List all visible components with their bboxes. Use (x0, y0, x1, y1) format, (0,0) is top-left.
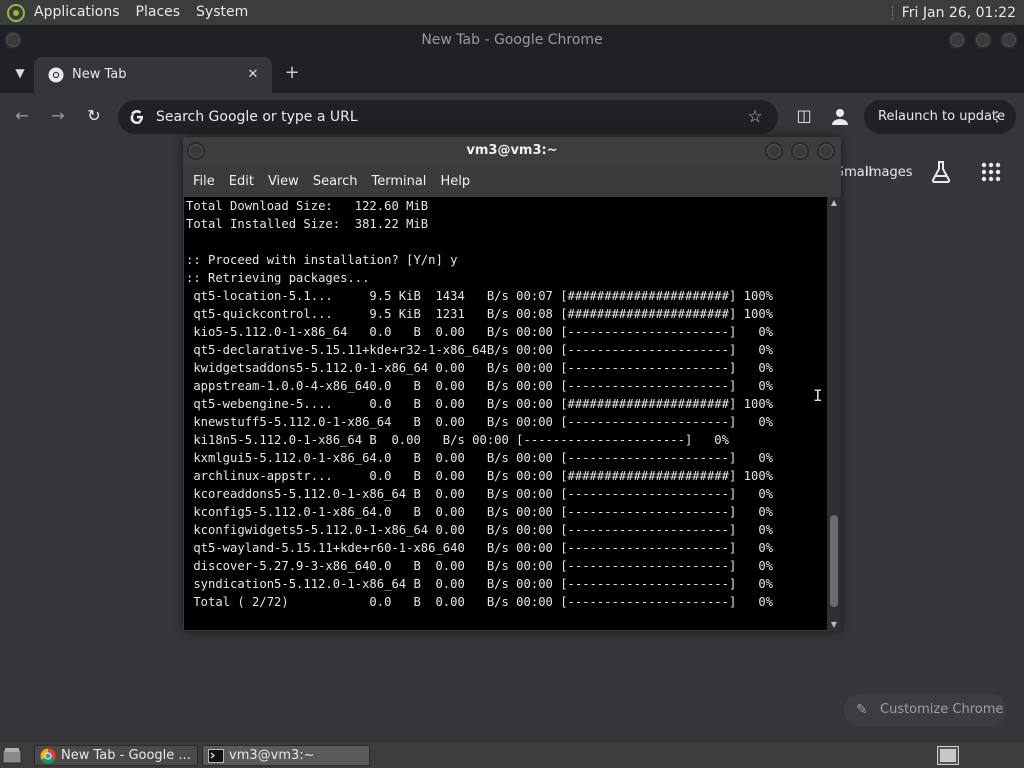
menu-places[interactable]: Places (128, 0, 189, 25)
forward-arrow-icon[interactable]: → (44, 102, 72, 130)
terminal-line: kconfigwidgets5-5.112.0-1-x86_64 0.00 B/… (186, 523, 773, 537)
terminal-line: qt5-quickcontrol... 9.5 KiB 1231 B/s 00:… (186, 307, 773, 321)
workspace-1[interactable] (940, 749, 956, 762)
taskbar-item-chrome[interactable]: New Tab - Google ... (34, 745, 198, 766)
chrome-titlebar[interactable]: New Tab - Google Chrome (0, 25, 1024, 55)
terminal-line: Total Download Size: 122.60 MiB (186, 199, 429, 213)
bottom-taskbar: New Tab - Google ... vm3@vm3:~ (0, 743, 1024, 768)
terminal-close-button[interactable] (817, 142, 835, 160)
terminal-line: kio5-5.112.0-1-x86_64 0.0 B 0.00 B/s 00:… (186, 325, 773, 339)
chrome-logo-icon (40, 748, 56, 764)
show-desktop-icon[interactable] (2, 746, 22, 765)
terminal-menu-file[interactable]: File (187, 174, 221, 189)
tab-search-chevron-icon[interactable]: ▼ (10, 63, 30, 83)
applications-icon[interactable] (6, 3, 26, 23)
reload-icon[interactable]: ↻ (80, 102, 108, 130)
clock[interactable]: Fri Jan 26, 01:22 (902, 5, 1024, 21)
terminal-line: qt5-wayland-5.15.11+kde+r60-1-x86_640 B/… (186, 541, 773, 555)
scroll-up-arrow-icon[interactable]: ▲ (827, 197, 841, 209)
terminal-scrollbar[interactable]: ▲ ▼ (827, 197, 841, 631)
terminal-icon (208, 749, 224, 763)
tab-strip: ▼ New Tab ✕ + (0, 55, 1024, 93)
terminal-window: vm3@vm3:~ File Edit View Search Terminal… (183, 137, 841, 631)
scrollbar-thumb[interactable] (830, 515, 838, 607)
toolbar: ← → ↻ ☆ ◫ Relaunch to update ⋮ (0, 93, 1024, 139)
terminal-line: qt5-webengine-5.... 0.0 B 0.00 B/s 00:00… (186, 397, 773, 411)
kebab-menu-icon: ⋮ (990, 109, 1004, 125)
taskbar-item-label: New Tab - Google ... (61, 748, 191, 763)
back-arrow-icon[interactable]: ← (8, 102, 36, 130)
terminal-maximize-button[interactable] (791, 142, 809, 160)
terminal-line: knewstuff5-5.112.0-1-x86_64 B 0.00 B/s 0… (186, 415, 773, 429)
terminal-line: :: Retrieving packages... (186, 271, 370, 285)
maximize-button[interactable] (974, 31, 992, 49)
terminal-menu-edit[interactable]: Edit (223, 174, 260, 189)
scroll-down-arrow-icon[interactable]: ▼ (827, 619, 841, 631)
terminal-line: Total Installed Size: 381.22 MiB (186, 217, 429, 231)
bookmark-star-icon[interactable]: ☆ (744, 106, 766, 128)
terminal-line: Total ( 2/72) 0.0 B 0.00 B/s 00:00 [----… (186, 595, 773, 609)
workspace-switcher[interactable] (937, 746, 959, 765)
profile-avatar-icon[interactable] (830, 108, 850, 126)
terminal-output: Total Download Size: 122.60 MiB Total In… (184, 197, 827, 611)
terminal-line: kwidgetsaddons5-5.112.0-1-x86_64 0.00 B/… (186, 361, 773, 375)
omnibox[interactable]: ☆ (118, 100, 778, 134)
terminal-menu-search[interactable]: Search (307, 174, 364, 189)
terminal-line: qt5-declarative-5.15.11+kde+r32-1-x86_64… (186, 343, 773, 357)
terminal-line: discover-5.27.9-3-x86_640.0 B 0.00 B/s 0… (186, 559, 773, 573)
customize-chrome-button[interactable]: ✎ Customize Chrome (844, 694, 1006, 726)
google-apps-grid-icon[interactable] (978, 159, 1004, 185)
terminal-menubar: File Edit View Search Terminal Help (183, 165, 841, 197)
google-g-icon (130, 110, 143, 124)
taskbar-item-terminal[interactable]: vm3@vm3:~ (202, 745, 370, 766)
terminal-line: kcoreaddons5-5.112.0-1-x86_64 B 0.00 B/s… (186, 487, 773, 501)
images-link[interactable]: Images (865, 165, 913, 180)
terminal-screen[interactable]: Total Download Size: 122.60 MiB Total In… (184, 197, 827, 630)
relaunch-to-update-button[interactable]: Relaunch to update ⋮ (864, 100, 1016, 134)
panel-separator (891, 5, 894, 20)
tab-title: New Tab (72, 67, 127, 82)
new-tab-button[interactable]: + (282, 63, 302, 83)
terminal-line: kxmlgui5-5.112.0-1-x86_64.0 B 0.00 B/s 0… (186, 451, 773, 465)
relaunch-label: Relaunch to update (878, 109, 1006, 124)
terminal-title: vm3@vm3:~ (466, 143, 558, 158)
terminal-window-menu-button[interactable] (187, 142, 205, 160)
terminal-titlebar[interactable]: vm3@vm3:~ (183, 137, 841, 165)
taskbar-item-label: vm3@vm3:~ (229, 748, 315, 763)
minimize-button[interactable] (948, 31, 966, 49)
terminal-line: ki18n5-5.112.0-1-x86_64 B 0.00 B/s 00:00… (186, 433, 729, 447)
terminal-menu-help[interactable]: Help (434, 174, 476, 189)
side-panel-icon[interactable]: ◫ (790, 102, 818, 130)
menu-applications[interactable]: Applications (26, 0, 128, 25)
chrome-window-title: New Tab - Google Chrome (421, 32, 603, 48)
close-window-button[interactable] (1000, 31, 1018, 49)
terminal-line: archlinux-appstr... 0.0 B 0.00 B/s 00:00… (186, 469, 773, 483)
terminal-line: qt5-location-5.1... 9.5 KiB 1434 B/s 00:… (186, 289, 773, 303)
terminal-minimize-button[interactable] (765, 142, 783, 160)
terminal-line: kconfig5-5.112.0-1-x86_64.0 B 0.00 B/s 0… (186, 505, 773, 519)
chrome-favicon-icon (48, 67, 64, 83)
terminal-line: :: Proceed with installation? [Y/n] y (186, 253, 458, 267)
labs-flask-icon[interactable] (928, 159, 954, 185)
tab-close-icon[interactable]: ✕ (244, 66, 262, 84)
tab-new-tab[interactable]: New Tab ✕ (34, 57, 272, 93)
pencil-icon: ✎ (856, 702, 868, 718)
customize-label: Customize Chrome (880, 702, 1004, 717)
top-panel: Applications Places System Fri Jan 26, 0… (0, 0, 1024, 25)
terminal-menu-terminal[interactable]: Terminal (365, 174, 432, 189)
address-input[interactable] (156, 100, 716, 134)
window-menu-button[interactable] (4, 31, 22, 49)
terminal-line: appstream-1.0.0-4-x86_640.0 B 0.00 B/s 0… (186, 379, 773, 393)
mouse-ibeam-cursor-icon: I (813, 386, 823, 405)
terminal-line: syndication5-5.112.0-1-x86_64 B 0.00 B/s… (186, 577, 773, 591)
menu-system[interactable]: System (188, 0, 256, 25)
terminal-menu-view[interactable]: View (262, 174, 305, 189)
